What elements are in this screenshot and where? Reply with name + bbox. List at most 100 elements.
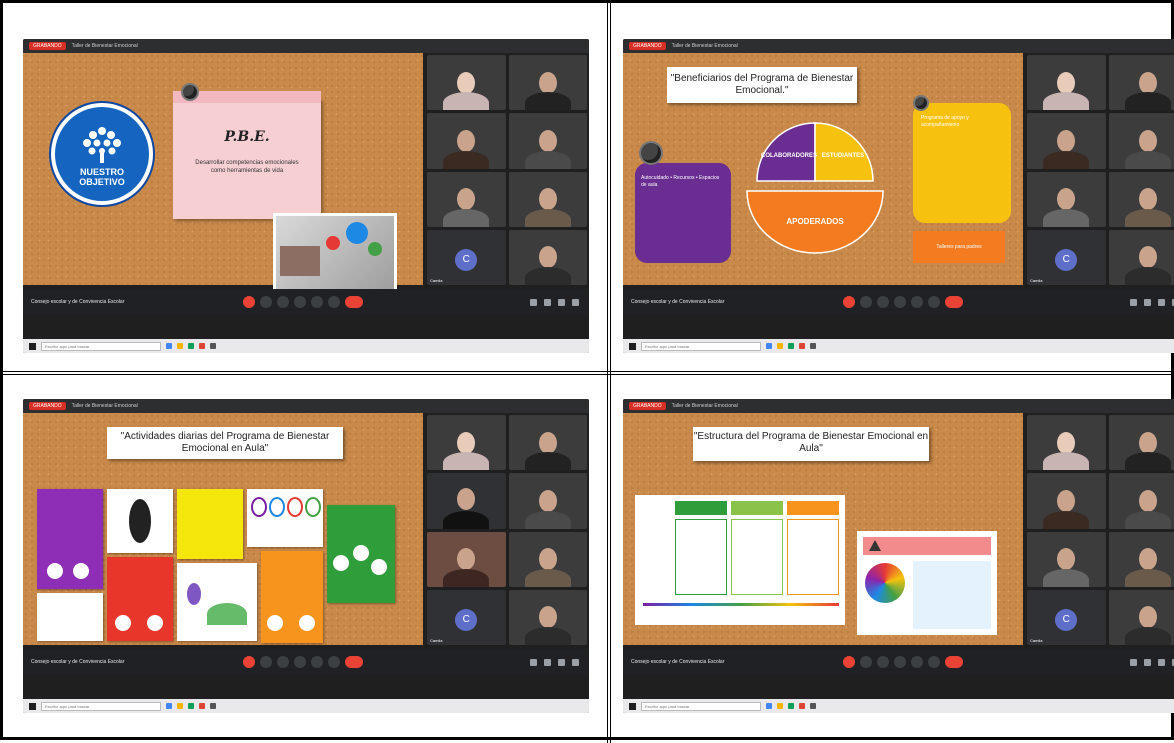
participant-tile[interactable]	[1027, 113, 1106, 168]
participant-tile[interactable]	[509, 590, 588, 645]
participant-tile[interactable]	[509, 230, 588, 285]
camera-button[interactable]	[860, 296, 872, 308]
folder-icon[interactable]	[177, 343, 183, 349]
chat-icon[interactable]	[1158, 299, 1165, 306]
participant-tile[interactable]: CCamila	[427, 230, 506, 285]
info-icon[interactable]	[530, 299, 537, 306]
app-icon[interactable]	[166, 703, 172, 709]
participant-tile[interactable]	[1109, 172, 1174, 227]
mic-button[interactable]	[243, 296, 255, 308]
participant-tile[interactable]	[1027, 473, 1106, 528]
camera-button[interactable]	[260, 656, 272, 668]
present-button[interactable]	[911, 656, 923, 668]
people-icon[interactable]	[1144, 299, 1151, 306]
info-icon[interactable]	[1130, 659, 1137, 666]
chat-icon[interactable]	[558, 299, 565, 306]
captions-button[interactable]	[277, 656, 289, 668]
app-icon[interactable]	[210, 343, 216, 349]
folder-icon[interactable]	[777, 343, 783, 349]
participant-tile[interactable]: CCamila	[1027, 230, 1106, 285]
more-options-button[interactable]	[328, 296, 340, 308]
participant-tile[interactable]	[427, 415, 506, 470]
participant-tile[interactable]	[427, 55, 506, 110]
participant-tile[interactable]	[1109, 590, 1174, 645]
participant-tile[interactable]	[1109, 230, 1174, 285]
participant-tile[interactable]	[1027, 55, 1106, 110]
windows-start-icon[interactable]	[629, 343, 636, 350]
people-icon[interactable]	[544, 299, 551, 306]
participant-tile[interactable]	[509, 532, 588, 587]
raise-hand-button[interactable]	[894, 656, 906, 668]
app-icon[interactable]	[766, 703, 772, 709]
leave-call-button[interactable]	[945, 296, 963, 308]
more-options-button[interactable]	[928, 296, 940, 308]
captions-button[interactable]	[877, 296, 889, 308]
app-icon[interactable]	[788, 343, 794, 349]
mic-button[interactable]	[843, 656, 855, 668]
participant-tile[interactable]	[1027, 415, 1106, 470]
more-options-button[interactable]	[928, 656, 940, 668]
mic-button[interactable]	[843, 296, 855, 308]
app-icon[interactable]	[799, 343, 805, 349]
present-button[interactable]	[911, 296, 923, 308]
camera-button[interactable]	[860, 656, 872, 668]
info-icon[interactable]	[530, 659, 537, 666]
leave-call-button[interactable]	[945, 656, 963, 668]
participant-tile[interactable]	[1109, 473, 1174, 528]
participant-tile[interactable]	[509, 415, 588, 470]
activities-icon[interactable]	[572, 299, 579, 306]
windows-start-icon[interactable]	[29, 703, 36, 710]
app-icon[interactable]	[799, 703, 805, 709]
participant-tile[interactable]: CCamila	[1027, 590, 1106, 645]
participant-tile[interactable]	[427, 532, 506, 587]
people-icon[interactable]	[1144, 659, 1151, 666]
participant-tile[interactable]	[509, 473, 588, 528]
app-icon[interactable]	[188, 343, 194, 349]
participant-tile[interactable]: CCamila	[427, 590, 506, 645]
participant-tile[interactable]	[1027, 532, 1106, 587]
participant-tile[interactable]	[427, 473, 506, 528]
raise-hand-button[interactable]	[294, 296, 306, 308]
app-icon[interactable]	[199, 703, 205, 709]
chat-icon[interactable]	[1158, 659, 1165, 666]
captions-button[interactable]	[277, 296, 289, 308]
participant-tile[interactable]	[1109, 415, 1174, 470]
taskbar-search-input[interactable]: Escribe aquí para buscar	[641, 342, 761, 351]
leave-call-button[interactable]	[345, 656, 363, 668]
taskbar-search-input[interactable]: Escribe aquí para buscar	[41, 702, 161, 711]
more-options-button[interactable]	[328, 656, 340, 668]
app-icon[interactable]	[188, 703, 194, 709]
app-icon[interactable]	[810, 343, 816, 349]
participant-tile[interactable]	[427, 172, 506, 227]
chat-icon[interactable]	[558, 659, 565, 666]
participant-tile[interactable]	[509, 172, 588, 227]
participant-tile[interactable]	[1109, 55, 1174, 110]
app-icon[interactable]	[199, 343, 205, 349]
app-icon[interactable]	[810, 703, 816, 709]
folder-icon[interactable]	[777, 703, 783, 709]
windows-start-icon[interactable]	[629, 703, 636, 710]
present-button[interactable]	[311, 656, 323, 668]
folder-icon[interactable]	[177, 703, 183, 709]
captions-button[interactable]	[877, 656, 889, 668]
taskbar-search-input[interactable]: Escribe aquí para buscar	[41, 342, 161, 351]
participant-tile[interactable]	[1109, 113, 1174, 168]
taskbar-search-input[interactable]: Escribe aquí para buscar	[641, 702, 761, 711]
participant-tile[interactable]	[509, 55, 588, 110]
participant-tile[interactable]	[1109, 532, 1174, 587]
people-icon[interactable]	[544, 659, 551, 666]
participant-tile[interactable]	[509, 113, 588, 168]
participant-tile[interactable]	[427, 113, 506, 168]
windows-start-icon[interactable]	[29, 343, 36, 350]
info-icon[interactable]	[1130, 299, 1137, 306]
camera-button[interactable]	[260, 296, 272, 308]
activities-icon[interactable]	[572, 659, 579, 666]
app-icon[interactable]	[788, 703, 794, 709]
leave-call-button[interactable]	[345, 296, 363, 308]
raise-hand-button[interactable]	[294, 656, 306, 668]
app-icon[interactable]	[766, 343, 772, 349]
participant-tile[interactable]	[1027, 172, 1106, 227]
app-icon[interactable]	[166, 343, 172, 349]
raise-hand-button[interactable]	[894, 296, 906, 308]
app-icon[interactable]	[210, 703, 216, 709]
